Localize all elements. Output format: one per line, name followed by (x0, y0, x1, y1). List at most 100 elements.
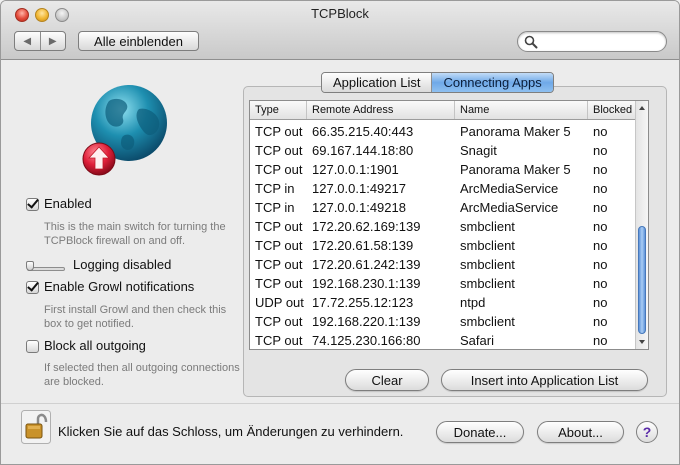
cell-type: TCP out (255, 238, 303, 253)
unlocked-padlock-icon[interactable] (21, 410, 51, 444)
window: TCPBlock ◀ ▶ Alle einblenden Enabled Thi… (0, 0, 680, 465)
cell-blocked: no (593, 257, 608, 272)
cell-remote-address: 172.20.61.58:139 (312, 238, 414, 253)
cell-name: smbclient (460, 276, 515, 291)
chevron-right-icon: ▶ (48, 35, 57, 47)
tab-application-list[interactable]: Application List (322, 73, 432, 92)
table-row[interactable]: TCP out 127.0.0.1:1901 Panorama Maker 5 no (250, 160, 636, 179)
column-header-name[interactable]: Name (455, 101, 588, 119)
table-row[interactable]: TCP out 172.20.61.242:139 smbclient no (250, 255, 636, 274)
globe-app-icon (82, 85, 167, 176)
search-icon (524, 35, 538, 49)
cell-blocked: no (593, 124, 608, 139)
chevron-left-icon: ◀ (23, 35, 32, 47)
cell-name: ArcMediaService (460, 200, 559, 215)
cell-remote-address: 74.125.230.166:80 (312, 333, 421, 348)
column-header-type[interactable]: Type (250, 101, 307, 119)
cell-remote-address: 172.20.62.169:139 (312, 219, 421, 234)
show-all-button[interactable]: Alle einblenden (78, 31, 199, 51)
help-button[interactable]: ? (636, 421, 658, 443)
cell-blocked: no (593, 219, 608, 234)
cell-type: TCP out (255, 333, 303, 348)
cell-type: TCP out (255, 162, 303, 177)
clear-button[interactable]: Clear (345, 369, 429, 391)
cell-remote-address: 127.0.0.1:49218 (312, 200, 406, 215)
table-row[interactable]: TCP out 172.20.62.169:139 smbclient no (250, 217, 636, 236)
table-row[interactable]: TCP out 66.35.215.40:443 Panorama Maker 5 n… (250, 122, 636, 141)
cell-blocked: no (593, 200, 608, 215)
cell-type: TCP in (255, 200, 295, 215)
cell-remote-address: 172.20.61.242:139 (312, 257, 421, 272)
cell-type: TCP in (255, 181, 295, 196)
cell-remote-address: 66.35.215.40:443 (312, 124, 414, 139)
cell-remote-address: 17.72.255.12:123 (312, 295, 414, 310)
cell-remote-address: 127.0.0.1:49217 (312, 181, 406, 196)
cell-name: smbclient (460, 314, 515, 329)
enabled-checkbox[interactable] (26, 198, 39, 211)
cell-blocked: no (593, 181, 608, 196)
cell-type: TCP out (255, 219, 303, 234)
cell-remote-address: 192.168.220.1:139 (312, 314, 421, 329)
donate-button[interactable]: Donate... (436, 421, 524, 443)
cell-name: Safari (460, 333, 494, 348)
cell-blocked: no (593, 162, 608, 177)
table-row[interactable]: TCP out 192.168.230.1:139 smbclient no (250, 274, 636, 293)
tab-bar: Application List Connecting Apps (321, 72, 554, 93)
table-body: TCP out 66.35.215.40:443 Panorama Maker 5 n… (250, 120, 636, 349)
block-outgoing-label: Block all outgoing (44, 338, 146, 353)
logging-label: Logging disabled (73, 257, 172, 272)
growl-help-text: First install Growl and then check this … (44, 304, 227, 330)
cell-name: Panorama Maker 5 (460, 124, 571, 139)
forward-button[interactable]: ▶ (39, 32, 66, 50)
enabled-help-text: This is the main switch for turning the … (44, 221, 226, 247)
growl-label: Enable Growl notifications (44, 279, 195, 294)
scroll-thumb[interactable] (638, 226, 646, 334)
back-button[interactable]: ◀ (15, 32, 40, 50)
cell-name: smbclient (460, 257, 515, 272)
window-title: TCPBlock (311, 6, 369, 21)
cell-name: ArcMediaService (460, 181, 559, 196)
cell-remote-address: 192.168.230.1:139 (312, 276, 421, 291)
block-outgoing-help-text: If selected then all outgoing connection… (44, 362, 240, 388)
cell-blocked: no (593, 295, 608, 310)
table-row[interactable]: UDP out 17.72.255.12:123 ntpd no (250, 293, 636, 312)
scroll-up-arrow-icon[interactable] (639, 106, 645, 110)
growl-checkbox[interactable] (26, 281, 39, 294)
cell-name: Panorama Maker 5 (460, 162, 571, 177)
cell-type: TCP out (255, 143, 303, 158)
table-row[interactable]: TCP in 127.0.0.1:49217 ArcMediaService no (250, 179, 636, 198)
cell-type: TCP out (255, 276, 303, 291)
lock-instruction-text: Klicken Sie auf das Schloss, um Änderung… (58, 424, 404, 439)
cell-name: ntpd (460, 295, 486, 310)
logging-slider-knob[interactable] (26, 261, 34, 271)
about-button[interactable]: About... (537, 421, 624, 443)
cell-type: TCP out (255, 124, 303, 139)
enabled-label: Enabled (44, 196, 92, 211)
insert-into-application-list-button[interactable]: Insert into Application List (441, 369, 648, 391)
cell-type: TCP out (255, 314, 303, 329)
cell-blocked: no (593, 314, 608, 329)
column-header-blocked[interactable]: Blocked (588, 101, 636, 119)
toolbar: TCPBlock ◀ ▶ Alle einblenden (1, 1, 679, 60)
tab-connecting-apps[interactable]: Connecting Apps (431, 73, 553, 92)
footer-divider (1, 403, 679, 404)
table-row[interactable]: TCP out 192.168.220.1:139 smbclient no (250, 312, 636, 331)
connections-table: Type Remote Address Name Blocked TCP out… (249, 100, 649, 350)
block-outgoing-checkbox[interactable] (26, 340, 39, 353)
nav-back-forward: ◀ ▶ (14, 31, 66, 51)
table-row[interactable]: TCP in 127.0.0.1:49218 ArcMediaService no (250, 198, 636, 217)
cell-remote-address: 127.0.0.1:1901 (312, 162, 399, 177)
table-scrollbar[interactable] (635, 101, 648, 349)
search-field[interactable] (517, 31, 667, 52)
cell-type: UDP out (255, 295, 304, 310)
table-row[interactable]: TCP out 74.125.230.166:80 Safari no (250, 331, 636, 349)
cell-type: TCP out (255, 257, 303, 272)
cell-name: smbclient (460, 219, 515, 234)
column-header-remote-address[interactable]: Remote Address (307, 101, 455, 119)
cell-blocked: no (593, 276, 608, 291)
table-row[interactable]: TCP out 172.20.61.58:139 smbclient no (250, 236, 636, 255)
scroll-down-arrow-icon[interactable] (639, 340, 645, 344)
cell-name: Snagit (460, 143, 497, 158)
cell-blocked: no (593, 143, 608, 158)
table-row[interactable]: TCP out 69.167.144.18:80 Snagit no (250, 141, 636, 160)
